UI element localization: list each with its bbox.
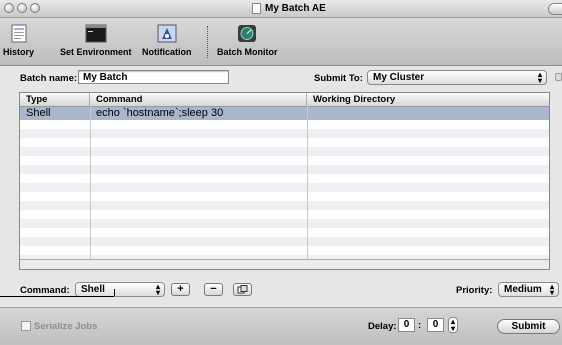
- empty-row[interactable]: [20, 183, 549, 192]
- zoom-window-button[interactable]: [30, 3, 40, 13]
- callout-line: [114, 289, 115, 296]
- add-command-button[interactable]: +: [171, 283, 190, 296]
- submit-to-label: Submit To:: [314, 73, 363, 84]
- empty-row[interactable]: [20, 120, 549, 129]
- toolbar-set-environment-button[interactable]: Set Environment: [60, 24, 132, 57]
- delay-separator: :: [418, 320, 422, 331]
- duplicate-command-button[interactable]: [233, 283, 252, 296]
- batch-monitor-icon: [238, 25, 257, 42]
- batch-window: My Batch AE History Set Environment Noti…: [0, 0, 562, 345]
- empty-row[interactable]: [20, 219, 549, 228]
- command-table: Type Command Working Directory Shell ech…: [19, 92, 550, 270]
- toolbar-notification-button[interactable]: Notification: [142, 24, 192, 57]
- delay-hours-field[interactable]: 0: [398, 318, 415, 332]
- empty-row[interactable]: [20, 210, 549, 219]
- toolbar-toggle-button[interactable]: [548, 3, 562, 15]
- empty-row[interactable]: [20, 201, 549, 210]
- window-title: My Batch AE: [265, 3, 326, 14]
- submit-to-popup[interactable]: My Cluster ▴ ▾: [367, 70, 547, 85]
- table-row[interactable]: Shell echo `hostname`;sleep 30: [20, 107, 549, 120]
- horizontal-scrollbar[interactable]: [20, 259, 549, 269]
- empty-row[interactable]: [20, 165, 549, 174]
- command-type-popup[interactable]: Shell ▴ ▾: [75, 282, 165, 297]
- title-bar: My Batch AE: [0, 0, 562, 18]
- minimize-window-button[interactable]: [17, 3, 27, 13]
- popup-arrows-icon: ▴ ▾: [549, 282, 554, 297]
- cell-command: echo `hostname`;sleep 30: [96, 107, 224, 119]
- priority-value: Medium: [504, 284, 542, 295]
- toolbar-set-environment-label: Set Environment: [60, 47, 132, 57]
- batch-name-field[interactable]: My Batch: [78, 70, 229, 84]
- submit-button[interactable]: Submit: [497, 319, 560, 334]
- remove-command-button[interactable]: −: [204, 283, 223, 296]
- document-icon: [252, 3, 261, 14]
- priority-label: Priority:: [456, 285, 493, 296]
- empty-row[interactable]: [20, 174, 549, 183]
- notification-icon: [157, 24, 177, 43]
- priority-popup[interactable]: Medium ▴ ▾: [498, 282, 559, 297]
- empty-row[interactable]: [20, 192, 549, 201]
- toolbar-batch-monitor-label: Batch Monitor: [217, 47, 278, 57]
- duplicate-icon: [237, 285, 248, 294]
- toolbar-separator: [207, 26, 208, 58]
- lock-icon[interactable]: [555, 73, 562, 81]
- delay-minutes-field[interactable]: 0: [427, 318, 444, 332]
- callout-line: [0, 296, 114, 297]
- column-header-command[interactable]: Command: [90, 93, 307, 106]
- batch-name-label: Batch name:: [20, 73, 78, 84]
- serialize-jobs-label: Serialize Jobs: [34, 321, 98, 332]
- empty-row[interactable]: [20, 246, 549, 255]
- history-icon: [11, 24, 26, 43]
- toolbar-history-button[interactable]: History: [3, 24, 34, 57]
- column-divider: [90, 106, 91, 269]
- popup-arrows-icon: ▴ ▾: [537, 70, 542, 85]
- close-window-button[interactable]: [4, 3, 14, 13]
- column-header-working-directory[interactable]: Working Directory: [307, 93, 549, 106]
- toolbar-history-label: History: [3, 47, 35, 57]
- toolbar-batch-monitor-button[interactable]: Batch Monitor: [217, 24, 278, 57]
- empty-row[interactable]: [20, 237, 549, 246]
- command-type-value: Shell: [81, 284, 105, 295]
- empty-row[interactable]: [20, 156, 549, 165]
- bottom-bar: Serialize Jobs Delay: 0 : 0 ▴ ▾ Submit: [0, 307, 562, 345]
- empty-row[interactable]: [20, 138, 549, 147]
- column-header-type[interactable]: Type: [20, 93, 90, 106]
- toolbar: History Set Environment Notification Bat…: [0, 18, 562, 66]
- column-divider: [307, 106, 308, 269]
- terminal-icon: [85, 24, 107, 43]
- empty-row[interactable]: [20, 228, 549, 237]
- submit-to-value: My Cluster: [373, 72, 425, 83]
- toolbar-notification-label: Notification: [142, 47, 192, 57]
- serialize-jobs-checkbox[interactable]: [21, 321, 31, 331]
- empty-row[interactable]: [20, 129, 549, 138]
- window-title-group: My Batch AE: [252, 2, 326, 15]
- command-label: Command:: [20, 285, 70, 296]
- delay-stepper[interactable]: ▴ ▾: [448, 317, 458, 333]
- table-header: Type Command Working Directory: [20, 93, 549, 107]
- popup-arrows-icon: ▴ ▾: [155, 282, 160, 297]
- delay-label: Delay:: [368, 321, 397, 332]
- empty-row[interactable]: [20, 147, 549, 156]
- cell-type: Shell: [26, 107, 51, 119]
